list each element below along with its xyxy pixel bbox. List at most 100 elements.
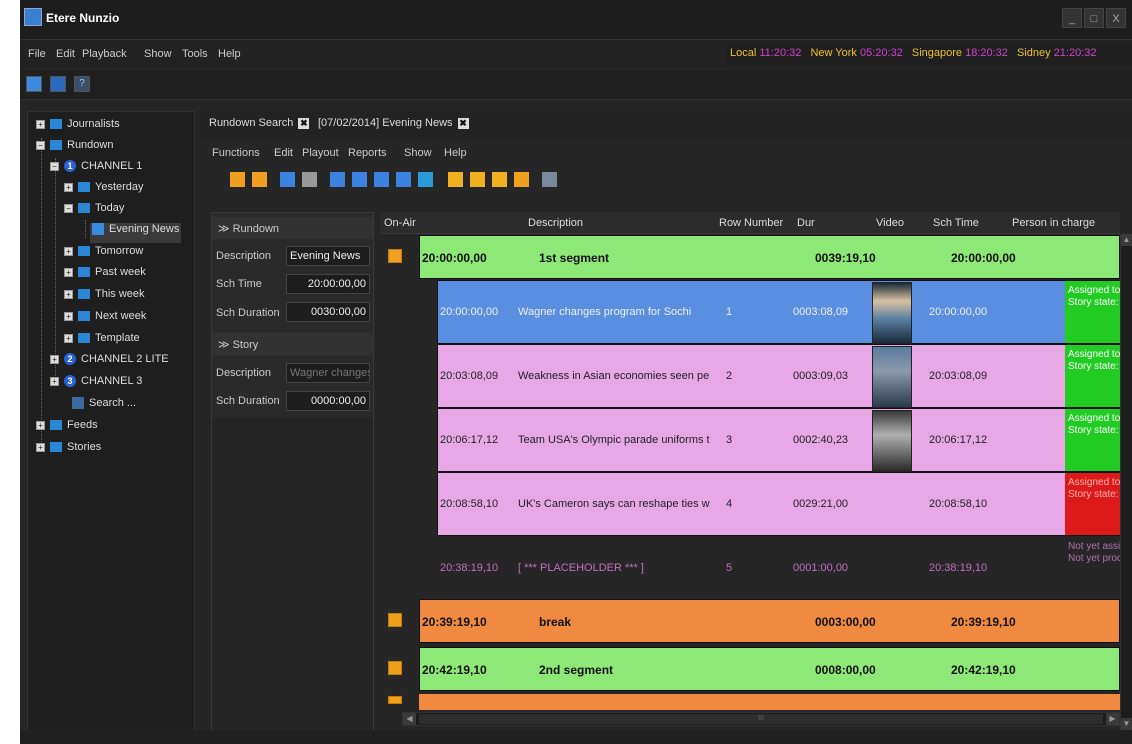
tree-item-evening-news[interactable]: Evening News — [90, 223, 182, 243]
tree-item-channel-3[interactable]: +3 CHANNEL 3 — [50, 375, 142, 395]
maximize-button[interactable]: □ — [1084, 8, 1104, 28]
segment-row[interactable]: 20:39:19,10 break 0003:00,00 20:39:19,10 — [380, 599, 1120, 643]
edit-icon[interactable] — [280, 172, 295, 187]
on-air-icon[interactable] — [388, 249, 402, 263]
tree-item-feeds[interactable]: + Feeds — [36, 419, 98, 439]
user-icon[interactable] — [396, 172, 411, 187]
target-icon[interactable] — [418, 172, 433, 187]
rundown-section-header[interactable]: ≫ Rundown — [212, 217, 373, 239]
play-icon[interactable] — [230, 172, 245, 187]
column-video[interactable]: Video — [876, 217, 904, 229]
tree-item-journalists[interactable]: + Journalists — [36, 118, 120, 138]
segment-row-partial[interactable] — [380, 694, 1120, 710]
person-in-charge[interactable]: Assigned to: VasqStory state: Not r — [1065, 473, 1121, 535]
attach-icon[interactable] — [374, 172, 389, 187]
tree-item-today[interactable]: − Today — [64, 202, 124, 222]
tree-item-channel-1[interactable]: −1 CHANNEL 1 — [50, 160, 142, 180]
story-row[interactable]: 20:08:58,10 UK's Cameron says can reshape… — [380, 472, 1121, 536]
menu-reports[interactable]: Reports — [348, 147, 387, 159]
story-duration-field[interactable]: 0000:00,00 — [286, 391, 370, 411]
menu-edit[interactable]: Edit — [56, 48, 75, 60]
tree-item-past-week[interactable]: + Past week — [64, 266, 146, 286]
on-air-icon[interactable] — [388, 696, 402, 704]
video-thumbnail[interactable] — [872, 282, 912, 344]
menu-show[interactable]: Show — [404, 147, 432, 159]
person-in-charge[interactable]: Not yet assignedNot yet processed — [1065, 537, 1121, 599]
help-pointer-icon[interactable] — [542, 172, 557, 187]
story-bar[interactable]: 20:00:00,00 Wagner changes program for So… — [437, 280, 1121, 344]
segment-row[interactable]: 20:00:00,00 1st segment 0039:19,10 20:00:00… — [380, 235, 1120, 279]
folder-icon[interactable] — [448, 172, 463, 187]
on-air-icon[interactable] — [388, 613, 402, 627]
segment-bar[interactable]: 20:42:19,10 2nd segment 0008:00,00 20:42:19… — [419, 647, 1120, 691]
story-row[interactable]: 20:38:19,10 [ *** PLACEHOLDER *** ] 5 0001:… — [380, 536, 1121, 600]
description-field[interactable]: Evening News — [286, 246, 370, 266]
menu-playout[interactable]: Playout — [302, 147, 339, 159]
segment-bar[interactable]: 20:39:19,10 break 0003:00,00 20:39:19,10 — [419, 599, 1120, 643]
menu-playback[interactable]: Playback — [82, 48, 127, 60]
segment-bar[interactable] — [419, 694, 1120, 710]
refresh-icon[interactable] — [26, 76, 42, 92]
column-sch-time[interactable]: Sch Time — [933, 217, 979, 229]
on-air-icon[interactable] — [388, 661, 402, 675]
menu-edit[interactable]: Edit — [274, 147, 293, 159]
story-bar[interactable]: 20:03:08,09 Weakness in Asian economies s… — [437, 344, 1121, 408]
tree-item-stories[interactable]: + Stories — [36, 441, 101, 461]
person-in-charge[interactable]: Assigned to: VasquStory state: Ready — [1065, 409, 1121, 471]
story-bar[interactable]: 20:06:17,12 Team USA's Olympic parade uni… — [437, 408, 1121, 472]
sch-time-field[interactable]: 20:00:00,00 — [286, 274, 370, 294]
link-icon[interactable] — [352, 172, 367, 187]
story-bar[interactable]: 20:08:58,10 UK's Cameron says can reshape… — [437, 472, 1121, 536]
tree-item-rundown[interactable]: − Rundown — [36, 139, 113, 159]
menu-help[interactable]: Help — [444, 147, 467, 159]
video-thumbnail[interactable] — [872, 346, 912, 408]
story-row[interactable]: 20:00:00,00 Wagner changes program for So… — [380, 280, 1121, 344]
scroll-right-icon[interactable]: ▶ — [1106, 713, 1119, 725]
segment-bar[interactable]: 20:00:00,00 1st segment 0039:19,10 20:00:00… — [419, 235, 1120, 279]
story-section-header[interactable]: ≫ Story — [212, 333, 373, 355]
person-in-charge[interactable]: Assigned to: VasquStory state: Ready — [1065, 345, 1121, 407]
sch-duration-field[interactable]: 0030:00,00 — [286, 302, 370, 322]
scroll-left-icon[interactable]: ◀ — [403, 713, 416, 725]
tab-rundown-search[interactable]: Rundown Search ✖ — [209, 117, 310, 129]
menu-help[interactable]: Help — [218, 48, 241, 60]
tree-item-tomorrow[interactable]: + Tomorrow — [64, 245, 143, 265]
column-person-in-charge[interactable]: Person in charge — [1012, 217, 1095, 229]
help-pointer-icon[interactable]: ? — [74, 76, 90, 92]
tree-item-this-week[interactable]: + This week — [64, 288, 145, 308]
story-icon[interactable] — [330, 172, 345, 187]
column-row-number[interactable]: Row Number — [719, 217, 783, 229]
close-window-button[interactable]: X — [1106, 8, 1126, 28]
scroll-thumb[interactable]: III — [419, 714, 1103, 724]
tree-item-channel-2[interactable]: +2 CHANNEL 2 LITE — [50, 353, 169, 373]
window-icon[interactable] — [50, 76, 66, 92]
list-icon[interactable] — [252, 172, 267, 187]
close-tab-icon[interactable]: ✖ — [298, 117, 310, 129]
story-description-field[interactable]: Wagner changes — [286, 363, 370, 383]
vertical-scrollbar[interactable]: ▲ ▼ — [1120, 234, 1132, 730]
tree-item-next-week[interactable]: + Next week — [64, 310, 146, 330]
tree-item-yesterday[interactable]: + Yesterday — [64, 181, 144, 201]
tree-item-search[interactable]: Search ... — [72, 397, 136, 417]
copy-icon[interactable] — [302, 172, 317, 187]
menu-functions[interactable]: Functions — [212, 147, 260, 159]
video-thumbnail[interactable] — [872, 410, 912, 472]
menu-show[interactable]: Show — [144, 48, 172, 60]
person-in-charge[interactable]: Assigned to: VasquStory state: Ready — [1065, 281, 1121, 343]
paste-icon[interactable] — [492, 172, 507, 187]
column-description[interactable]: Description — [528, 217, 583, 229]
scroll-up-icon[interactable]: ▲ — [1121, 234, 1132, 246]
segment-row[interactable]: 20:42:19,10 2nd segment 0008:00,00 20:42:19… — [380, 647, 1120, 691]
horizontal-scrollbar[interactable]: ◀ III ▶ — [402, 712, 1120, 726]
minimize-button[interactable]: _ — [1062, 8, 1082, 28]
cut-icon[interactable] — [470, 172, 485, 187]
column-on-air[interactable]: On-Air — [384, 217, 416, 229]
story-row[interactable]: 20:06:17,12 Team USA's Olympic parade uni… — [380, 408, 1121, 472]
tab-evening-news[interactable]: [07/02/2014] Evening News ✖ — [318, 117, 469, 129]
menu-tools[interactable]: Tools — [182, 48, 208, 60]
scroll-down-icon[interactable]: ▼ — [1121, 718, 1132, 730]
story-bar[interactable]: 20:38:19,10 [ *** PLACEHOLDER *** ] 5 0001:… — [437, 536, 1121, 600]
close-tab-icon[interactable]: ✖ — [457, 117, 469, 129]
column-dur[interactable]: Dur — [797, 217, 815, 229]
tree-item-template[interactable]: + Template — [64, 332, 140, 352]
